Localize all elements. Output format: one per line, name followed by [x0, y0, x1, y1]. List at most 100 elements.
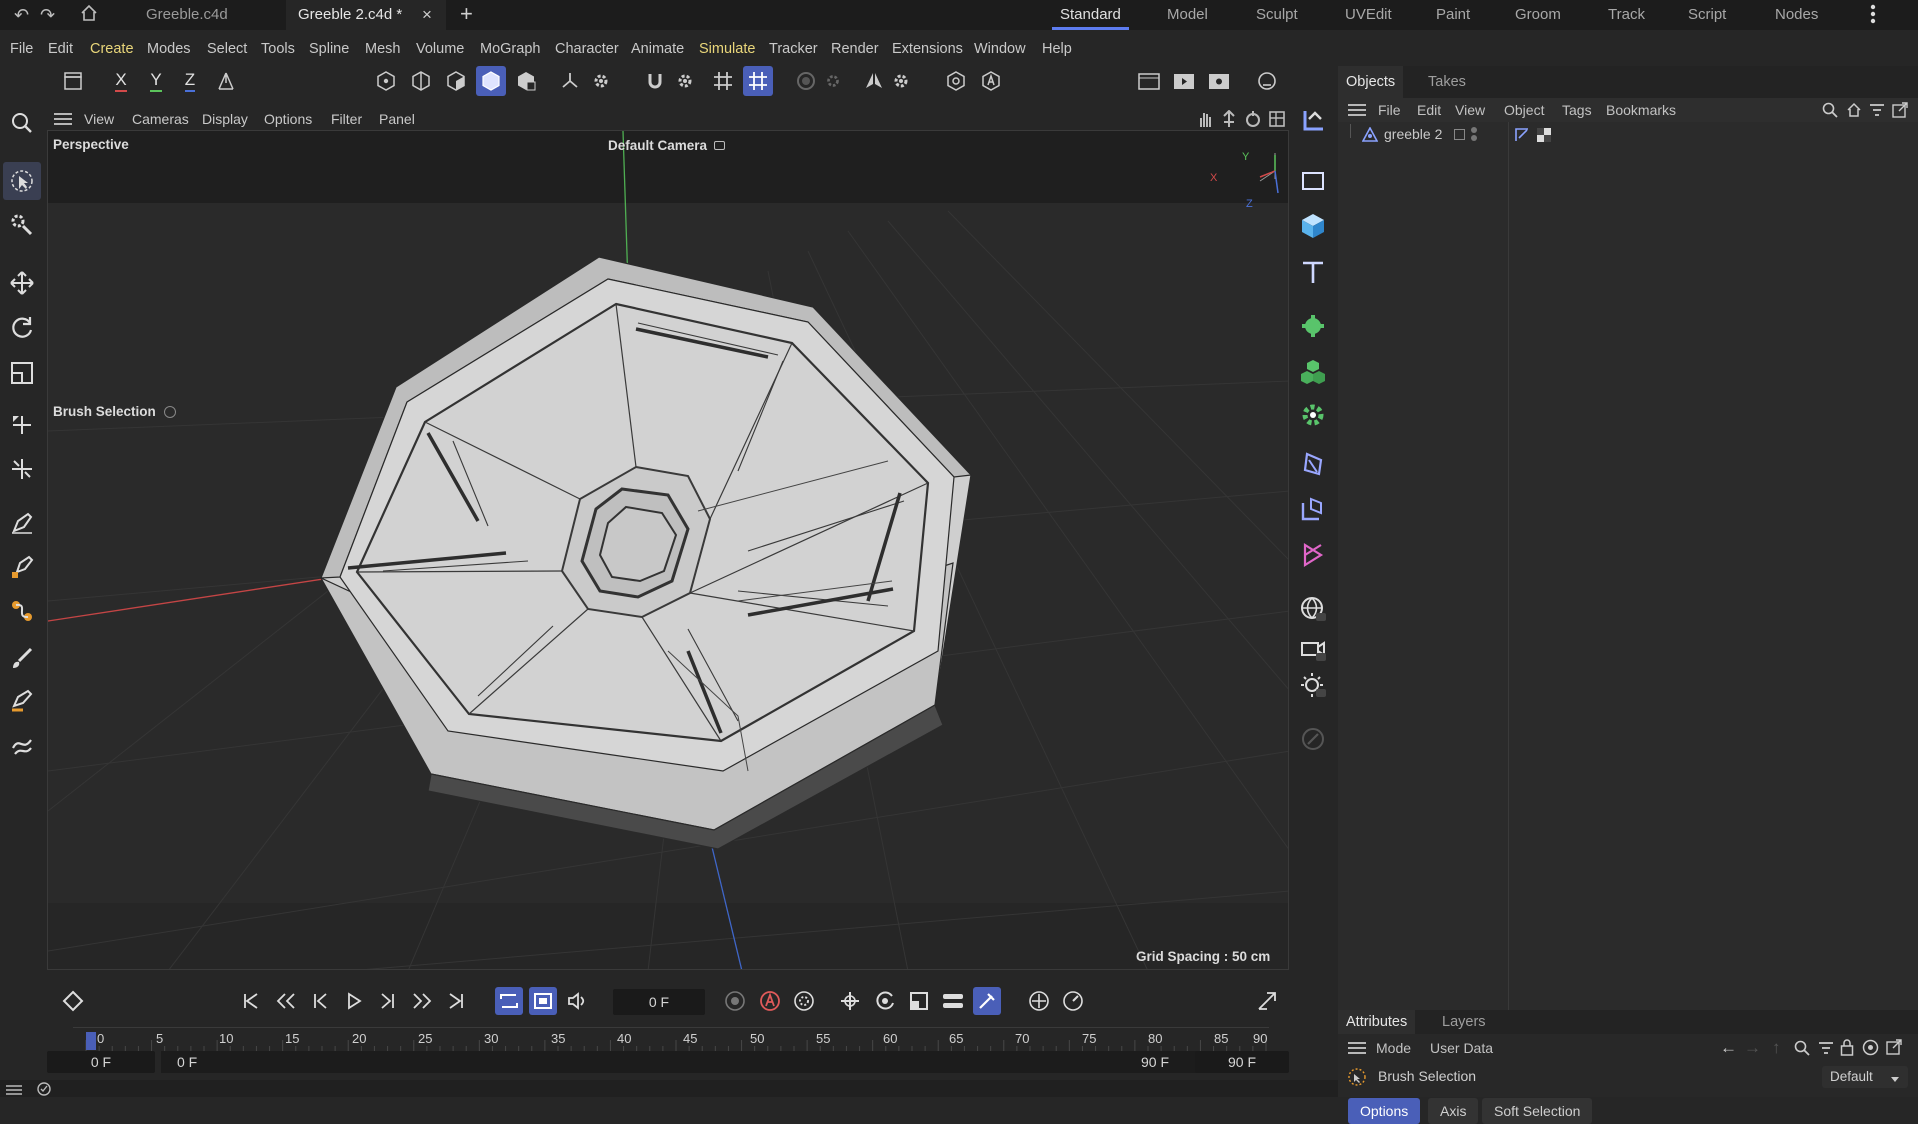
- light-icon[interactable]: [1294, 666, 1332, 704]
- object-axis-icon[interactable]: [941, 66, 971, 96]
- attributes-menu-mode[interactable]: Mode: [1376, 1036, 1411, 1060]
- subtab-axis[interactable]: Axis: [1428, 1098, 1479, 1124]
- pen-icon[interactable]: [3, 504, 41, 542]
- filter-icon[interactable]: [1869, 102, 1885, 122]
- polygons-mode-icon[interactable]: [441, 66, 471, 96]
- axis-mode-icon[interactable]: [555, 66, 585, 96]
- snap-settings-gear-icon[interactable]: [670, 66, 700, 96]
- home-icon[interactable]: [1846, 102, 1862, 122]
- camera-label-group[interactable]: Default Camera: [608, 137, 726, 154]
- cube-icon[interactable]: [1294, 207, 1332, 245]
- more-vertical-icon[interactable]: [1868, 3, 1878, 29]
- soft-selection-gear-icon[interactable]: [818, 66, 848, 96]
- menu-mesh[interactable]: Mesh: [365, 36, 400, 62]
- layout-script[interactable]: Script: [1688, 0, 1726, 30]
- 3d-viewport[interactable]: X Y Z Perspective Default Camera Brush S…: [47, 130, 1289, 970]
- sound-icon[interactable]: [563, 987, 591, 1015]
- sculpt-icon[interactable]: [3, 726, 41, 764]
- render-settings-icon[interactable]: [1252, 66, 1282, 96]
- transform-icon[interactable]: [3, 406, 41, 444]
- effector-gear-icon[interactable]: [1294, 396, 1332, 434]
- preview-range-icon[interactable]: [529, 987, 557, 1015]
- record-rotation-icon[interactable]: [871, 987, 899, 1015]
- go-to-end-icon[interactable]: [442, 987, 470, 1015]
- dolly-icon[interactable]: [1220, 109, 1238, 132]
- menu-mograph[interactable]: MoGraph: [480, 36, 540, 62]
- text-icon[interactable]: [1294, 253, 1332, 291]
- status-check-icon[interactable]: [36, 1082, 52, 1100]
- playhead-marker[interactable]: [86, 1032, 96, 1050]
- viewport-menu-filter[interactable]: Filter: [331, 108, 362, 130]
- record-position-icon[interactable]: [836, 987, 864, 1015]
- menu-select[interactable]: Select: [207, 36, 247, 62]
- previous-key-icon[interactable]: [272, 987, 300, 1015]
- viewport-menu-options[interactable]: Options: [264, 108, 312, 130]
- objects-menu-tags[interactable]: Tags: [1562, 98, 1592, 122]
- soft-selection-icon[interactable]: [791, 66, 821, 96]
- tab-objects[interactable]: Objects: [1338, 66, 1404, 98]
- expand-timeline-icon[interactable]: [1253, 987, 1281, 1015]
- menu-file[interactable]: File: [10, 36, 33, 62]
- model-mode-icon[interactable]: [476, 66, 506, 96]
- home-icon[interactable]: [80, 4, 98, 26]
- layer-icon[interactable]: [1454, 129, 1465, 140]
- back-arrow-icon[interactable]: ←: [1720, 1038, 1737, 1058]
- viewport-menu-icon[interactable]: [54, 112, 72, 130]
- play-icon[interactable]: [340, 987, 368, 1015]
- brush-selection-icon[interactable]: [3, 682, 41, 720]
- symmetry-icon[interactable]: [859, 66, 889, 96]
- keyframe-selection-icon[interactable]: [790, 987, 818, 1015]
- tag-disabled-icon[interactable]: [1294, 720, 1332, 758]
- layout-groom[interactable]: Groom: [1515, 0, 1561, 30]
- move-icon[interactable]: [3, 264, 41, 302]
- start-frame-field[interactable]: 0 F: [47, 1051, 155, 1073]
- frame-ruler[interactable]: 0 5 10 15 20 25 30 35 40 45 50 55 60 65 …: [73, 1027, 1269, 1052]
- list-item[interactable]: greeble 2: [1338, 124, 1918, 146]
- autokey-icon[interactable]: [756, 987, 784, 1015]
- menu-tools[interactable]: Tools: [261, 36, 295, 62]
- layout-paint[interactable]: Paint: [1436, 0, 1470, 30]
- layout-sculpt[interactable]: Sculpt: [1256, 0, 1298, 30]
- uv-mode-icon[interactable]: [511, 66, 541, 96]
- next-frame-icon[interactable]: [374, 987, 402, 1015]
- tab-takes[interactable]: Takes: [1420, 66, 1474, 98]
- keyframe-icon[interactable]: [59, 987, 87, 1015]
- menu-modes[interactable]: Modes: [147, 36, 191, 62]
- scale-transform-icon[interactable]: [3, 450, 41, 488]
- search-icon[interactable]: [3, 104, 41, 142]
- lock-x-button[interactable]: X: [106, 66, 136, 96]
- deformer-icon[interactable]: [1294, 445, 1332, 483]
- lock-y-button[interactable]: Y: [141, 66, 171, 96]
- null-object-icon[interactable]: [1294, 102, 1332, 140]
- menu-extensions[interactable]: Extensions: [892, 36, 963, 62]
- record-parameter-icon[interactable]: [939, 987, 967, 1015]
- clapper-icon[interactable]: [58, 66, 88, 96]
- menu-edit[interactable]: Edit: [48, 36, 73, 62]
- layout-model[interactable]: Model: [1167, 0, 1208, 30]
- end-frame-field[interactable]: 90 F: [1195, 1051, 1289, 1073]
- close-icon[interactable]: ×: [422, 0, 432, 30]
- attributes-menu-user-data[interactable]: User Data: [1430, 1036, 1493, 1060]
- scale-icon[interactable]: [3, 354, 41, 392]
- objects-menu-icon[interactable]: [1348, 103, 1366, 121]
- undo-icon[interactable]: ↶: [14, 5, 29, 26]
- new-tab-icon[interactable]: +: [460, 1, 473, 27]
- spline-deformer-icon[interactable]: [1294, 536, 1332, 574]
- camera-icon[interactable]: [1294, 630, 1332, 668]
- menu-volume[interactable]: Volume: [416, 36, 464, 62]
- motion-system-icon[interactable]: [1025, 987, 1053, 1015]
- new-window-icon[interactable]: [1892, 102, 1908, 122]
- timeline-settings-icon[interactable]: [1059, 987, 1087, 1015]
- menu-window[interactable]: Window: [974, 36, 1026, 62]
- object-list[interactable]: greeble 2: [1338, 122, 1918, 1012]
- record-scale-icon[interactable]: [905, 987, 933, 1015]
- brush-icon[interactable]: [3, 640, 41, 678]
- rotate-icon[interactable]: [3, 309, 41, 347]
- lock-icon[interactable]: [1840, 1039, 1854, 1060]
- filter-icon[interactable]: [1818, 1040, 1834, 1060]
- spline-sketch-icon[interactable]: [3, 592, 41, 630]
- menu-render[interactable]: Render: [831, 36, 879, 62]
- viewport-menu-display[interactable]: Display: [202, 108, 248, 130]
- viewport-menu-panel[interactable]: Panel: [379, 108, 415, 130]
- object-name[interactable]: greeble 2: [1384, 126, 1442, 142]
